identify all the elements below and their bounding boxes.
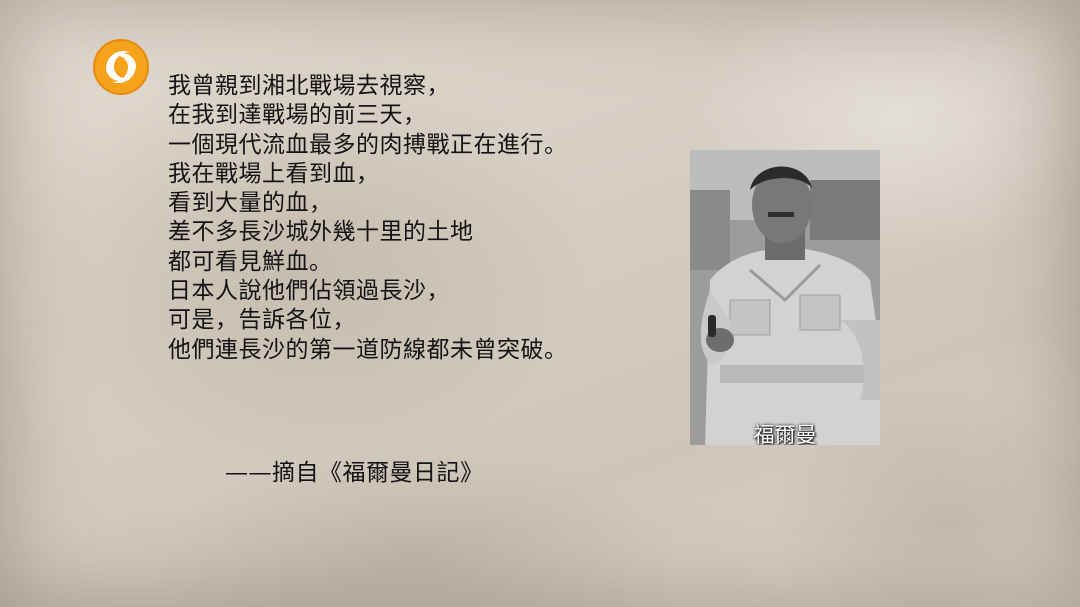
quote-line: 在我到達戰場的前三天， [168,102,427,129]
quote-line: 都可看見鮮血。 [168,248,333,275]
quote-source: ——摘自《福爾曼日記》 [225,460,484,486]
quote-line: 他們連長沙的第一道防線都未曾突破。 [168,336,568,363]
portrait-photo: 福爾曼 [690,150,880,445]
phoenix-logo-icon [92,38,150,96]
quote-line: 可是，告訴各位， [168,307,356,334]
quote-line: 我曾親到湘北戰場去視察， [168,73,450,99]
quote-block: 我曾親到湘北戰場去視察， 在我到達戰場的前三天， 一個現代流血最多的肉搏戰正在進… [168,72,568,365]
quote-line: 我在戰場上看到血， [168,160,380,187]
quote-line: 差不多長沙城外幾十里的土地 [168,219,474,246]
photo-caption: 福爾曼 [753,423,817,445]
quote-line: 日本人說他們佔領過長沙， [168,278,450,305]
quote-line: 一個現代流血最多的肉搏戰正在進行。 [168,131,568,158]
quote-line: 看到大量的血， [168,190,333,217]
